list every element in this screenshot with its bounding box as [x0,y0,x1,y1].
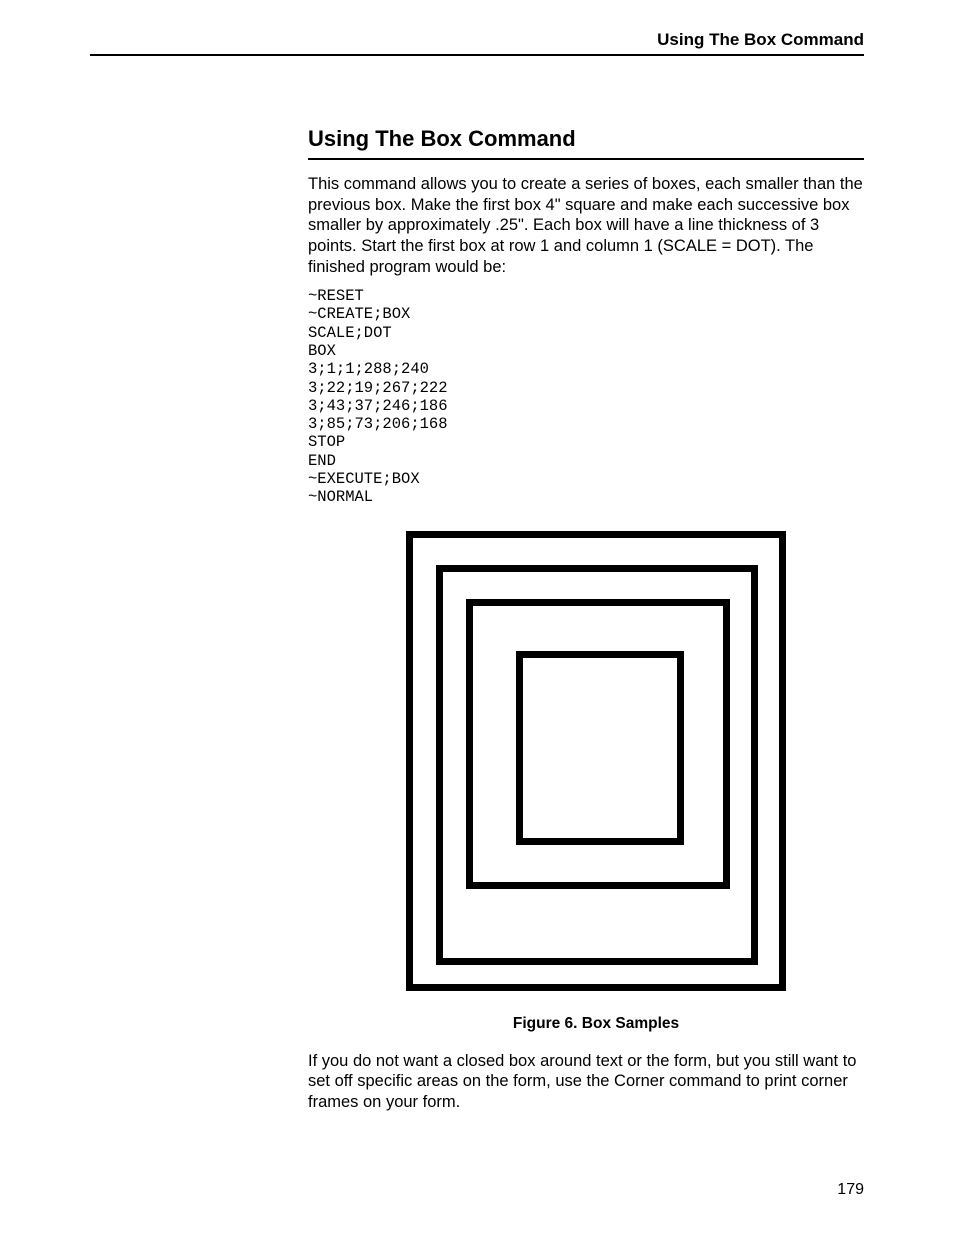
box-outline-4 [516,651,684,845]
section-title: Using The Box Command [308,126,864,160]
code-listing: ~RESET ~CREATE;BOX SCALE;DOT BOX 3;1;1;2… [308,287,864,506]
followup-paragraph: If you do not want a closed box around t… [308,1051,864,1113]
nested-boxes-diagram [406,531,786,991]
running-header: Using The Box Command [90,30,864,56]
content-column: Using The Box Command This command allow… [308,126,864,1112]
figure-box-samples [328,531,864,991]
document-page: Using The Box Command Using The Box Comm… [0,0,954,1235]
intro-paragraph: This command allows you to create a seri… [308,174,864,277]
page-number: 179 [837,1181,864,1199]
figure-caption: Figure 6. Box Samples [328,1015,864,1033]
